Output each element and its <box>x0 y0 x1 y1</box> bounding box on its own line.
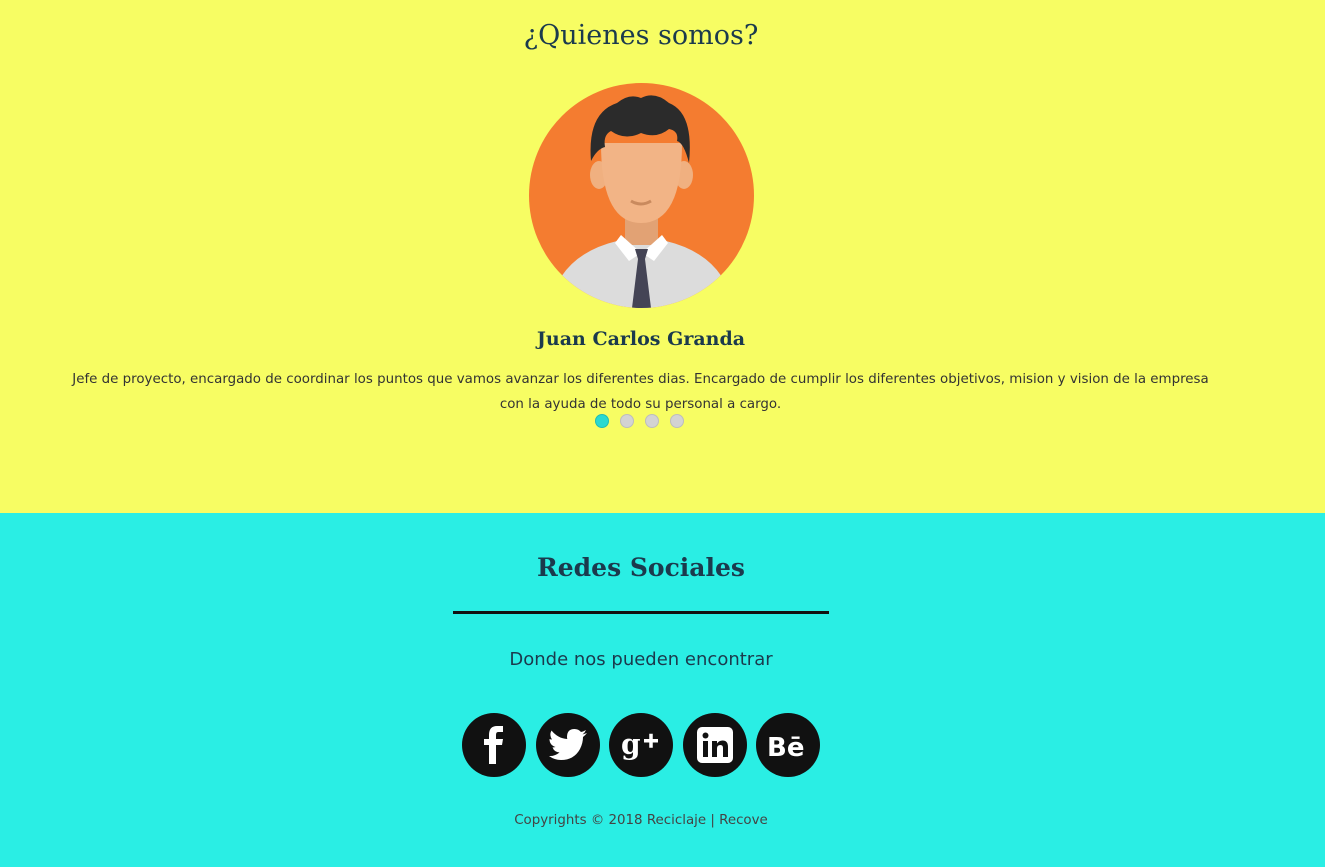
google-plus-icon[interactable]: g <box>609 713 673 777</box>
social-icons: g Bē <box>462 713 820 777</box>
social-subtitle: Donde nos pueden encontrar <box>509 649 773 670</box>
member-description: Jefe de proyecto, encargado de coordinar… <box>72 372 1209 412</box>
carousel-dot-3[interactable] <box>645 414 659 428</box>
svg-text:g: g <box>621 729 641 761</box>
carousel-dot-4[interactable] <box>670 414 684 428</box>
facebook-icon[interactable] <box>462 713 526 777</box>
carousel-dot-1[interactable] <box>595 414 609 428</box>
svg-text:Bē: Bē <box>767 733 804 759</box>
carousel-dot-2[interactable] <box>620 414 634 428</box>
social-title: Redes Sociales <box>537 553 745 582</box>
section-divider <box>453 611 829 614</box>
member-avatar <box>529 83 754 308</box>
carousel-dots <box>595 414 684 428</box>
behance-icon[interactable]: Bē <box>756 713 820 777</box>
team-title: ¿Quienes somos? <box>523 20 759 51</box>
team-section: ¿Quienes somos? Juan Carlos Granda Jefe … <box>0 0 1325 513</box>
footer-copyright: Copyrights © 2018 Reciclaje | Recove <box>514 813 768 828</box>
social-section: Redes Sociales Donde nos pueden encontra… <box>0 513 1325 867</box>
member-name: Juan Carlos Granda <box>536 328 746 350</box>
twitter-icon[interactable] <box>535 713 600 777</box>
linkedin-icon[interactable] <box>682 713 747 777</box>
